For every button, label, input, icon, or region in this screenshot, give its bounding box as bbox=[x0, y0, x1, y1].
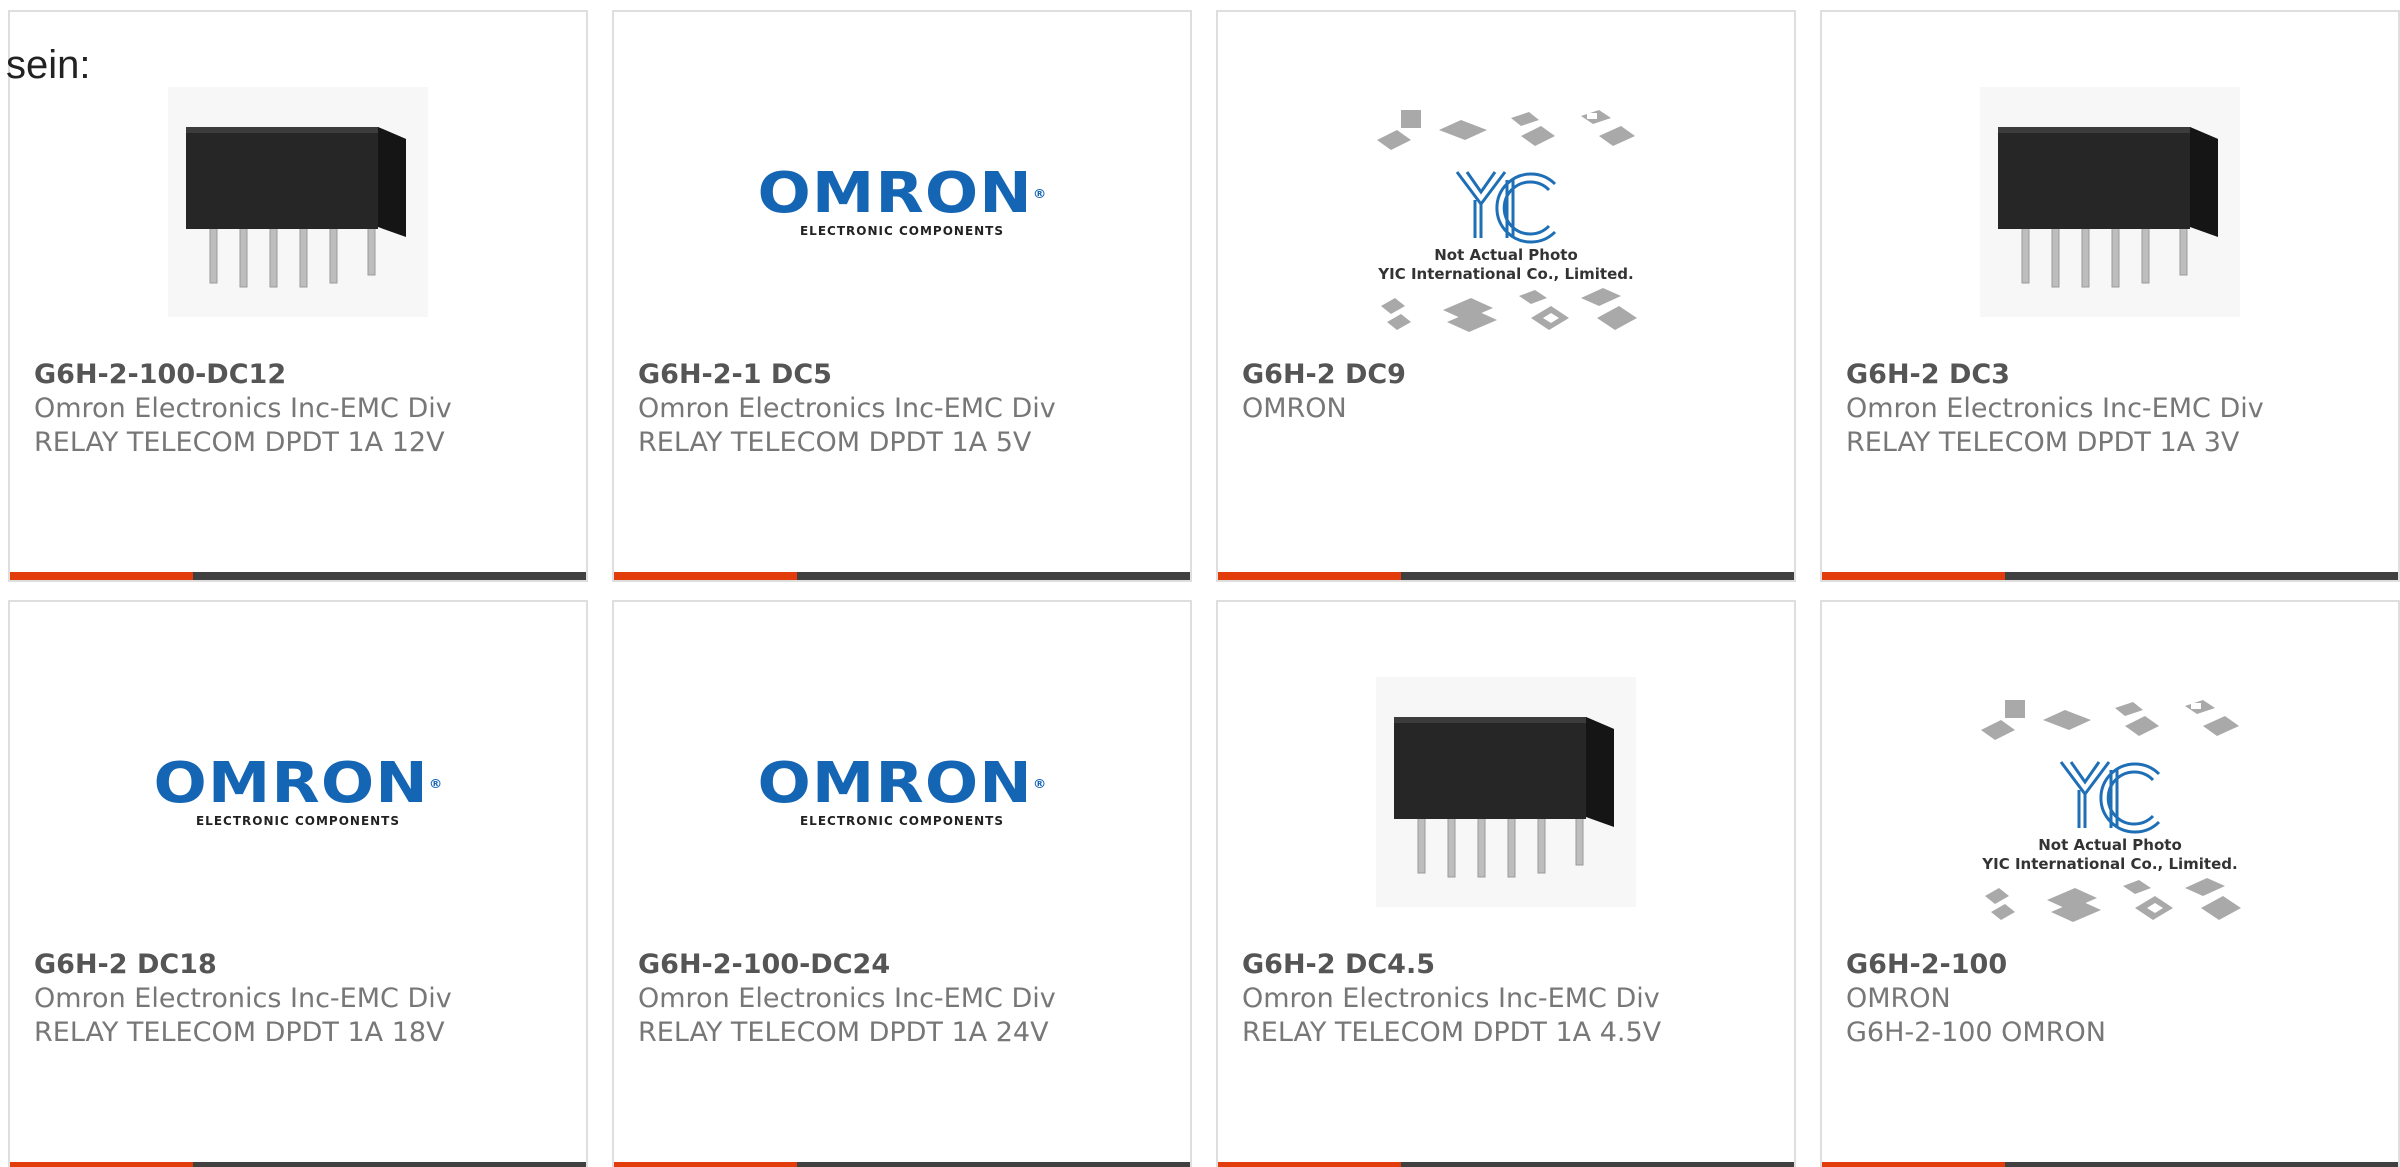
product-card[interactable]: OMRON® ELECTRONIC COMPONENTS G6H-2-1 DC5… bbox=[612, 10, 1192, 582]
product-card[interactable]: G6H-2-100-DC12 Omron Electronics Inc-EMC … bbox=[8, 10, 588, 582]
relay-photo-icon bbox=[1980, 87, 2240, 317]
omron-logo-subtitle: ELECTRONIC COMPONENTS bbox=[799, 814, 1005, 828]
omron-logo: OMRON® ELECTRONIC COMPONENTS bbox=[757, 756, 1046, 829]
yic-placeholder-image: Not Actual Photo YIC International Co., … bbox=[1371, 104, 1641, 338]
product-image[interactable] bbox=[1822, 52, 2398, 352]
manufacturer-name: Omron Electronics Inc-EMC Div bbox=[638, 983, 1056, 1014]
product-grid-page: sein: G6H-2-100-DC12 Omron Electronics In… bbox=[0, 0, 2400, 1167]
product-card[interactable]: OMRON® ELECTRONIC COMPONENTS G6H-2-100-D… bbox=[612, 600, 1192, 1167]
manufacturer-name: OMRON bbox=[1242, 393, 1347, 424]
yic-caption: Not Actual Photo YIC International Co., … bbox=[1982, 836, 2238, 873]
intro-text: sein: bbox=[6, 43, 91, 87]
product-info: G6H-2 DC4.5 Omron Electronics Inc-EMC Div… bbox=[1242, 948, 1784, 1050]
product-description: RELAY TELECOM DPDT 1A 4.5V bbox=[1242, 1017, 1662, 1048]
card-footer-accent bbox=[1218, 1162, 1401, 1167]
card-footer-accent bbox=[614, 1162, 797, 1167]
omron-logo-word: OMRON® bbox=[756, 161, 1048, 226]
product-info: G6H-2-100-DC24 Omron Electronics Inc-EMC … bbox=[638, 948, 1180, 1050]
manufacturer-name: OMRON bbox=[1846, 983, 1951, 1014]
card-footer-accent bbox=[10, 1162, 193, 1167]
card-footer-accent bbox=[1218, 572, 1401, 580]
relay-photo-icon bbox=[1376, 677, 1636, 907]
product-image[interactable]: OMRON® ELECTRONIC COMPONENTS bbox=[614, 642, 1190, 942]
product-description: RELAY TELECOM DPDT 1A 18V bbox=[34, 1017, 445, 1048]
card-footer-bar bbox=[1822, 572, 2398, 580]
product-card[interactable]: G6H-2 DC4.5 Omron Electronics Inc-EMC Div… bbox=[1216, 600, 1796, 1167]
card-footer-bar bbox=[1218, 1162, 1794, 1167]
yic-placeholder-image: Not Actual Photo YIC International Co., … bbox=[1975, 694, 2245, 928]
part-number-link[interactable]: G6H-2 DC18 bbox=[34, 948, 576, 982]
product-description: RELAY TELECOM DPDT 1A 12V bbox=[34, 427, 445, 458]
omron-logo-subtitle: ELECTRONIC COMPONENTS bbox=[799, 224, 1005, 238]
chip-cluster-icon bbox=[1981, 700, 2239, 740]
yic-logo-icon bbox=[2059, 761, 2161, 834]
part-number-link[interactable]: G6H-2-1 DC5 bbox=[638, 358, 1180, 392]
product-card[interactable]: G6H-2 DC3 Omron Electronics Inc-EMC Div RE… bbox=[1820, 10, 2400, 582]
product-description: RELAY TELECOM DPDT 1A 24V bbox=[638, 1017, 1049, 1048]
omron-logo: OMRON® ELECTRONIC COMPONENTS bbox=[153, 756, 442, 829]
manufacturer-name: Omron Electronics Inc-EMC Div bbox=[1242, 983, 1660, 1014]
part-number-link[interactable]: G6H-2-100-DC24 bbox=[638, 948, 1180, 982]
product-image[interactable]: Not Actual Photo YIC International Co., … bbox=[1218, 96, 1794, 346]
product-image[interactable]: OMRON® ELECTRONIC COMPONENTS bbox=[614, 52, 1190, 352]
part-number-link[interactable]: G6H-2-100 bbox=[1846, 948, 2388, 982]
card-footer-accent bbox=[10, 572, 193, 580]
manufacturer-name: Omron Electronics Inc-EMC Div bbox=[1846, 393, 2264, 424]
card-footer-bar bbox=[614, 572, 1190, 580]
product-description: RELAY TELECOM DPDT 1A 5V bbox=[638, 427, 1032, 458]
card-footer-accent bbox=[614, 572, 797, 580]
omron-logo-word: OMRON® bbox=[152, 751, 444, 816]
product-info: G6H-2-1 DC5 Omron Electronics Inc-EMC Div… bbox=[638, 358, 1180, 460]
product-image[interactable]: Not Actual Photo YIC International Co., … bbox=[1822, 686, 2398, 936]
product-image[interactable] bbox=[1218, 642, 1794, 942]
omron-logo-subtitle: ELECTRONIC COMPONENTS bbox=[195, 814, 401, 828]
part-number-link[interactable]: G6H-2-100-DC12 bbox=[34, 358, 576, 392]
product-info: G6H-2 DC9 OMRON bbox=[1242, 358, 1784, 426]
product-image[interactable] bbox=[10, 52, 586, 352]
part-number-link[interactable]: G6H-2 DC3 bbox=[1846, 358, 2388, 392]
product-info: G6H-2 DC18 Omron Electronics Inc-EMC Div R… bbox=[34, 948, 576, 1050]
product-card[interactable]: OMRON® ELECTRONIC COMPONENTS G6H-2 DC18 O… bbox=[8, 600, 588, 1167]
product-description: G6H-2-100 OMRON bbox=[1846, 1017, 2106, 1048]
manufacturer-name: Omron Electronics Inc-EMC Div bbox=[34, 983, 452, 1014]
card-footer-bar bbox=[1822, 1162, 2398, 1167]
yic-logo-icon bbox=[1455, 171, 1557, 244]
omron-logo-word: OMRON® bbox=[756, 751, 1048, 816]
yic-caption: Not Actual Photo YIC International Co., … bbox=[1378, 246, 1634, 283]
product-image[interactable]: OMRON® ELECTRONIC COMPONENTS bbox=[10, 642, 586, 942]
card-footer-accent bbox=[1822, 1162, 2005, 1167]
manufacturer-name: Omron Electronics Inc-EMC Div bbox=[638, 393, 1056, 424]
card-footer-bar bbox=[10, 1162, 586, 1167]
card-footer-bar bbox=[1218, 572, 1794, 580]
manufacturer-name: Omron Electronics Inc-EMC Div bbox=[34, 393, 452, 424]
card-footer-bar bbox=[614, 1162, 1190, 1167]
omron-logo: OMRON® ELECTRONIC COMPONENTS bbox=[757, 166, 1046, 239]
product-info: G6H-2-100-DC12 Omron Electronics Inc-EMC … bbox=[34, 358, 576, 460]
card-footer-bar bbox=[10, 572, 586, 580]
product-card[interactable]: Not Actual Photo YIC International Co., … bbox=[1216, 10, 1796, 582]
part-number-link[interactable]: G6H-2 DC9 bbox=[1242, 358, 1784, 392]
chip-cluster-icon bbox=[1381, 288, 1637, 332]
product-description: RELAY TELECOM DPDT 1A 3V bbox=[1846, 427, 2240, 458]
product-info: G6H-2-100 OMRON G6H-2-100 OMRON bbox=[1846, 948, 2388, 1050]
part-number-link[interactable]: G6H-2 DC4.5 bbox=[1242, 948, 1784, 982]
chip-cluster-icon bbox=[1985, 878, 2241, 922]
chip-cluster-icon bbox=[1377, 110, 1635, 150]
product-info: G6H-2 DC3 Omron Electronics Inc-EMC Div RE… bbox=[1846, 358, 2388, 460]
relay-photo-icon bbox=[168, 87, 428, 317]
card-footer-accent bbox=[1822, 572, 2005, 580]
product-card[interactable]: Not Actual Photo YIC International Co., … bbox=[1820, 600, 2400, 1167]
